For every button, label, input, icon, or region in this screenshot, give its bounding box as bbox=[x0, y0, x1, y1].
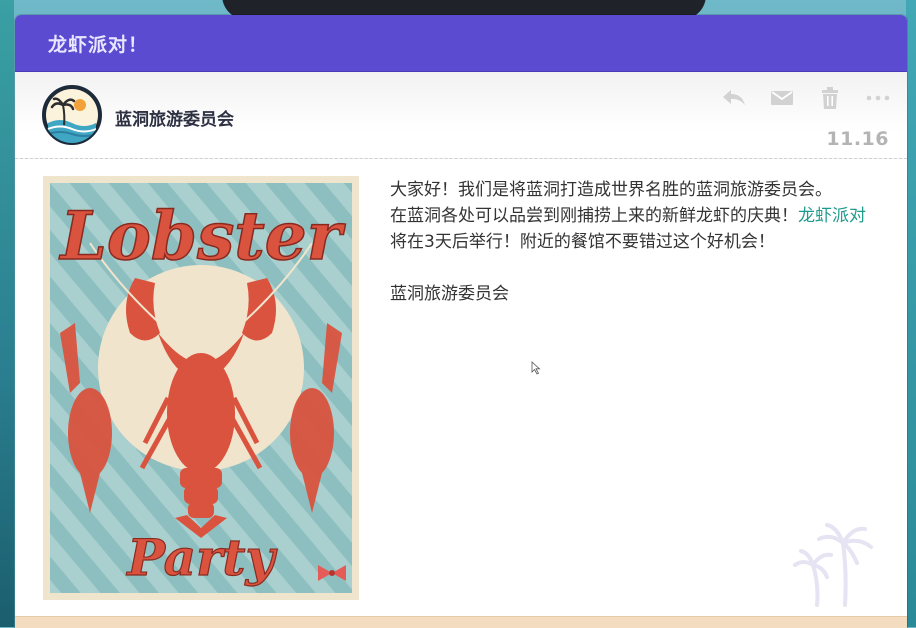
poster-subtitle: Party bbox=[125, 528, 277, 587]
reply-button[interactable] bbox=[721, 87, 747, 109]
delete-button[interactable] bbox=[817, 87, 843, 109]
palm-beach-logo-icon bbox=[46, 89, 98, 143]
mouse-cursor-icon bbox=[531, 361, 541, 375]
more-icon bbox=[866, 95, 890, 101]
poster-title: Lobster bbox=[59, 197, 346, 275]
background-right bbox=[906, 0, 916, 627]
mail-actions bbox=[721, 87, 891, 109]
announcement-text-start: 在蓝洞各处可以品尝到刚捕捞上来的新鲜龙虾的庆典！ bbox=[390, 206, 798, 226]
signature: 蓝洞旅游委员会 bbox=[390, 284, 509, 304]
mail-content: Lobster Party 大家好！我们是将蓝洞打造成世界名胜的蓝洞旅游委员会。… bbox=[15, 159, 907, 613]
mail-button[interactable] bbox=[769, 87, 795, 109]
announcement-text-end: 将在3天后举行！附近的餐馆不要错过这个好机会！ bbox=[390, 232, 775, 252]
more-button[interactable] bbox=[865, 87, 891, 109]
mail-body: 大家好！我们是将蓝洞打造成世界名胜的蓝洞旅游委员会。 在蓝洞各处可以品尝到刚捕捞… bbox=[390, 177, 870, 307]
bottom-bar bbox=[15, 616, 907, 628]
background-left bbox=[0, 0, 14, 627]
poster-image: Lobster Party bbox=[50, 183, 352, 593]
mail-date: 11.16 bbox=[826, 128, 889, 150]
mail-header: 蓝洞旅游委员会 11.16 bbox=[15, 72, 907, 159]
palm-tree-icon bbox=[793, 523, 873, 607]
trash-icon bbox=[822, 87, 838, 109]
envelope-icon bbox=[771, 91, 793, 105]
lobster-party-link[interactable]: 龙虾派对 bbox=[798, 206, 866, 226]
sender-name: 蓝洞旅游委员会 bbox=[115, 110, 234, 130]
mail-window: 龙虾派对！ 蓝洞旅游委员会 11.16 Lobster Party 大家好！我们… bbox=[15, 15, 907, 627]
sender-avatar bbox=[42, 85, 102, 145]
reply-icon bbox=[723, 90, 745, 105]
announcement-paragraph: 在蓝洞各处可以品尝到刚捕捞上来的新鲜龙虾的庆典！龙虾派对将在3天后举行！附近的餐… bbox=[390, 203, 870, 255]
mail-title-bar: 龙虾派对！ bbox=[15, 15, 907, 72]
lobster-party-poster: Lobster Party bbox=[43, 176, 359, 600]
greeting-paragraph: 大家好！我们是将蓝洞打造成世界名胜的蓝洞旅游委员会。 bbox=[390, 180, 832, 200]
mail-title: 龙虾派对！ bbox=[48, 33, 149, 56]
